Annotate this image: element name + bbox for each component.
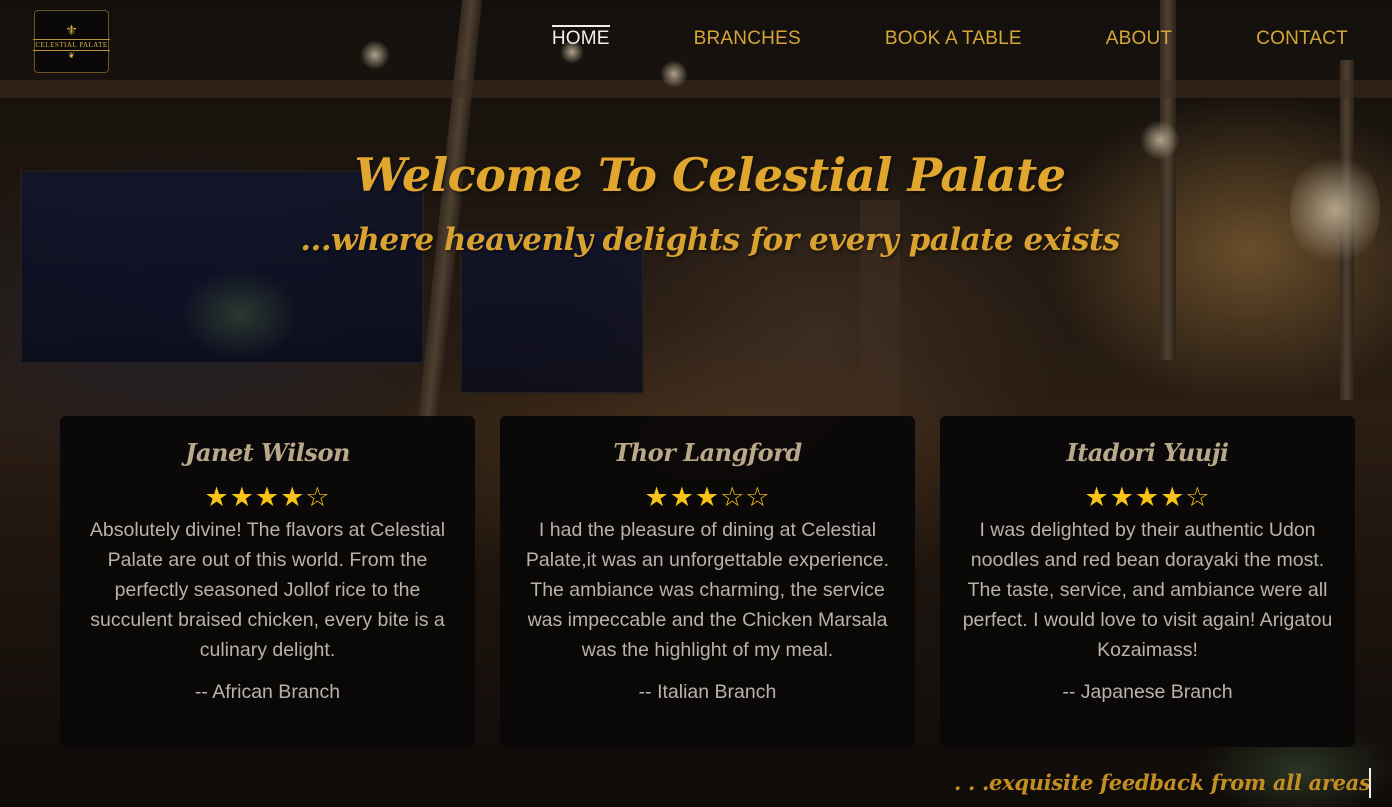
review-branch: -- Japanese Branch bbox=[1062, 681, 1233, 703]
review-text: Absolutely divine! The flavors at Celest… bbox=[89, 519, 446, 661]
review-card: Itadori Yuuji ★★★★☆ I was delighted by t… bbox=[940, 416, 1355, 747]
star-rating: ★★★★☆ bbox=[204, 482, 331, 513]
flourish-icon: ❦ bbox=[68, 50, 75, 60]
review-card: Thor Langford ★★★☆☆ I had the pleasure o… bbox=[500, 416, 915, 747]
feedback-tagline: . . .exquisite feedback from all areas bbox=[954, 770, 1371, 795]
review-text: I was delighted by their authentic Udon … bbox=[962, 519, 1333, 661]
hero-subtitle: ...where heavenly delights for every pal… bbox=[300, 222, 1120, 258]
nav-book-a-table[interactable]: BOOK A TABLE bbox=[885, 28, 1022, 50]
reviews-section: Janet Wilson ★★★★☆ Absolutely divine! Th… bbox=[60, 416, 1355, 747]
nav-branches[interactable]: BRANCHES bbox=[694, 28, 801, 50]
nav-home[interactable]: HOME bbox=[551, 25, 610, 50]
hero-title: Welcome To Celestial Palate bbox=[354, 148, 1066, 202]
reviewer-name: Thor Langford bbox=[613, 438, 802, 467]
review-card: Janet Wilson ★★★★☆ Absolutely divine! Th… bbox=[60, 416, 475, 747]
reviewer-name: Janet Wilson bbox=[185, 438, 350, 467]
celestial-palate-logo[interactable]: ⚜ CELESTIAL PALATE ❦ bbox=[33, 10, 110, 73]
review-branch: -- Italian Branch bbox=[638, 681, 777, 703]
nav-about[interactable]: ABOUT bbox=[1106, 28, 1172, 50]
main-nav: HOME BRANCHES BOOK A TABLE ABOUT CONTACT bbox=[551, 25, 1348, 50]
nav-contact[interactable]: CONTACT bbox=[1256, 28, 1348, 50]
star-rating: ★★★★☆ bbox=[1084, 482, 1211, 513]
review-branch: -- African Branch bbox=[194, 681, 341, 703]
scroll-indicator bbox=[1369, 768, 1371, 798]
reviewer-name: Itadori Yuuji bbox=[1066, 438, 1229, 467]
logo-text: CELESTIAL PALATE bbox=[33, 38, 110, 51]
star-rating: ★★★☆☆ bbox=[644, 482, 771, 513]
fork-crest-icon: ⚜ bbox=[65, 21, 78, 38]
review-text: I had the pleasure of dining at Celestia… bbox=[525, 519, 890, 661]
